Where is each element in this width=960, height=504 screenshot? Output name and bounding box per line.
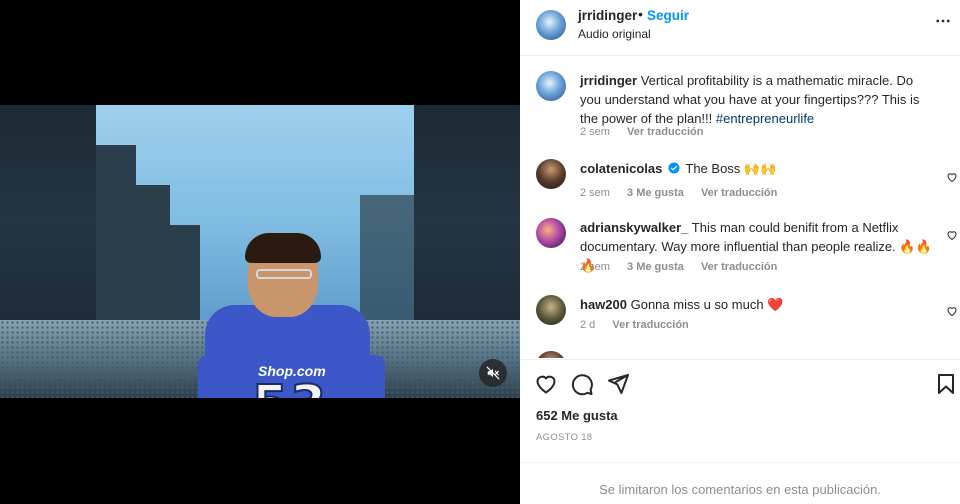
jersey-number: 53 xyxy=(251,374,328,398)
speaker-sleeve xyxy=(198,355,238,398)
comment-bubble-icon xyxy=(571,374,593,396)
ellipsis-icon xyxy=(936,19,950,23)
comment-meta: 2 d Ver traducción xyxy=(580,319,703,331)
comment-translate[interactable]: Ver traducción xyxy=(701,261,777,273)
likes-count[interactable]: 652 Me gusta xyxy=(536,408,618,423)
comment-button[interactable] xyxy=(570,372,594,399)
comment-body: The Boss 🙌🙌 xyxy=(685,161,777,176)
comment-like-button[interactable] xyxy=(946,170,958,186)
post-media[interactable]: Shop.com 53 xyxy=(0,0,520,504)
post-side-panel: jrridinger • Seguir Audio original jrrid… xyxy=(520,0,960,504)
author-username[interactable]: jrridinger xyxy=(578,8,637,23)
speaker-muted-icon xyxy=(486,366,500,380)
verified-badge-icon xyxy=(668,162,680,174)
follow-button[interactable]: Seguir xyxy=(647,8,689,23)
comment-meta: 2 sem 3 Me gusta Ver traducción xyxy=(580,187,791,199)
caption-hashtag[interactable]: #entrepreneurlife xyxy=(716,111,814,126)
commenter-avatar[interactable] xyxy=(536,218,566,248)
paper-plane-icon xyxy=(608,374,629,394)
caption-age: 2 sem xyxy=(580,126,610,138)
commenter-avatar[interactable] xyxy=(536,351,566,358)
post-header: jrridinger • Seguir Audio original xyxy=(520,0,960,56)
mute-button[interactable] xyxy=(479,359,507,387)
comment-translate[interactable]: Ver traducción xyxy=(701,187,777,199)
save-button[interactable] xyxy=(934,372,958,399)
speaker-sleeve xyxy=(345,355,385,398)
comment-username[interactable]: haw200 xyxy=(580,297,627,312)
comment-age: 2 sem xyxy=(580,187,610,199)
comment-username[interactable]: colatenicolas xyxy=(580,161,662,176)
caption-username[interactable]: jrridinger xyxy=(580,73,637,88)
stage-step xyxy=(360,195,414,323)
speaker-glasses xyxy=(256,269,312,279)
heart-outline-icon xyxy=(947,231,957,241)
stage-step xyxy=(170,225,200,323)
comments-limited-text: Se limitaron los comentarios en esta pub… xyxy=(599,482,881,497)
separator-dot: • xyxy=(638,6,643,22)
comment-text: colatenicolas The Boss 🙌🙌 xyxy=(580,159,936,178)
commenter-avatar[interactable] xyxy=(536,159,566,189)
comment-translate[interactable]: Ver traducción xyxy=(612,319,688,331)
commenter-avatar[interactable] xyxy=(536,295,566,325)
video-player[interactable]: Shop.com 53 xyxy=(0,105,520,398)
comment-likes[interactable]: 3 Me gusta xyxy=(627,261,684,273)
caption-meta: 2 sem Ver traducción xyxy=(580,126,717,138)
author-avatar[interactable] xyxy=(536,10,566,40)
comment-like-button[interactable] xyxy=(946,304,958,320)
comments-limited-notice: Se limitaron los comentarios en esta pub… xyxy=(520,462,960,497)
comment-body: Gonna miss u so much ❤️ xyxy=(630,297,784,312)
comments-list[interactable]: jrridinger Vertical profitability is a m… xyxy=(520,57,960,358)
caption-translate[interactable]: Ver traducción xyxy=(627,126,703,138)
share-button[interactable] xyxy=(606,372,630,399)
heart-outline-icon xyxy=(947,173,957,183)
comment-username[interactable]: adrianskywalker_ xyxy=(580,220,688,235)
comment-age: 2 sem xyxy=(580,261,610,273)
like-button[interactable] xyxy=(534,372,558,399)
stage-step xyxy=(96,145,136,323)
comment-meta: 2 sem 3 Me gusta Ver traducción xyxy=(580,261,791,273)
audio-link[interactable]: Audio original xyxy=(578,27,651,41)
heart-outline-icon xyxy=(947,307,957,317)
caption-text: jrridinger Vertical profitability is a m… xyxy=(580,71,936,128)
heart-outline-icon xyxy=(536,375,556,394)
comment-text: haw200 Gonna miss u so much ❤️ xyxy=(580,295,936,314)
bookmark-icon xyxy=(938,374,954,394)
comment-age: 2 d xyxy=(580,319,596,331)
more-options-button[interactable] xyxy=(934,12,952,33)
speaker-hair xyxy=(245,233,321,263)
stage-step xyxy=(136,185,170,323)
post-date[interactable]: AGOSTO 18 xyxy=(536,432,592,443)
comment-likes[interactable]: 3 Me gusta xyxy=(627,187,684,199)
author-avatar[interactable] xyxy=(536,71,566,101)
comment-like-button[interactable] xyxy=(946,228,958,244)
